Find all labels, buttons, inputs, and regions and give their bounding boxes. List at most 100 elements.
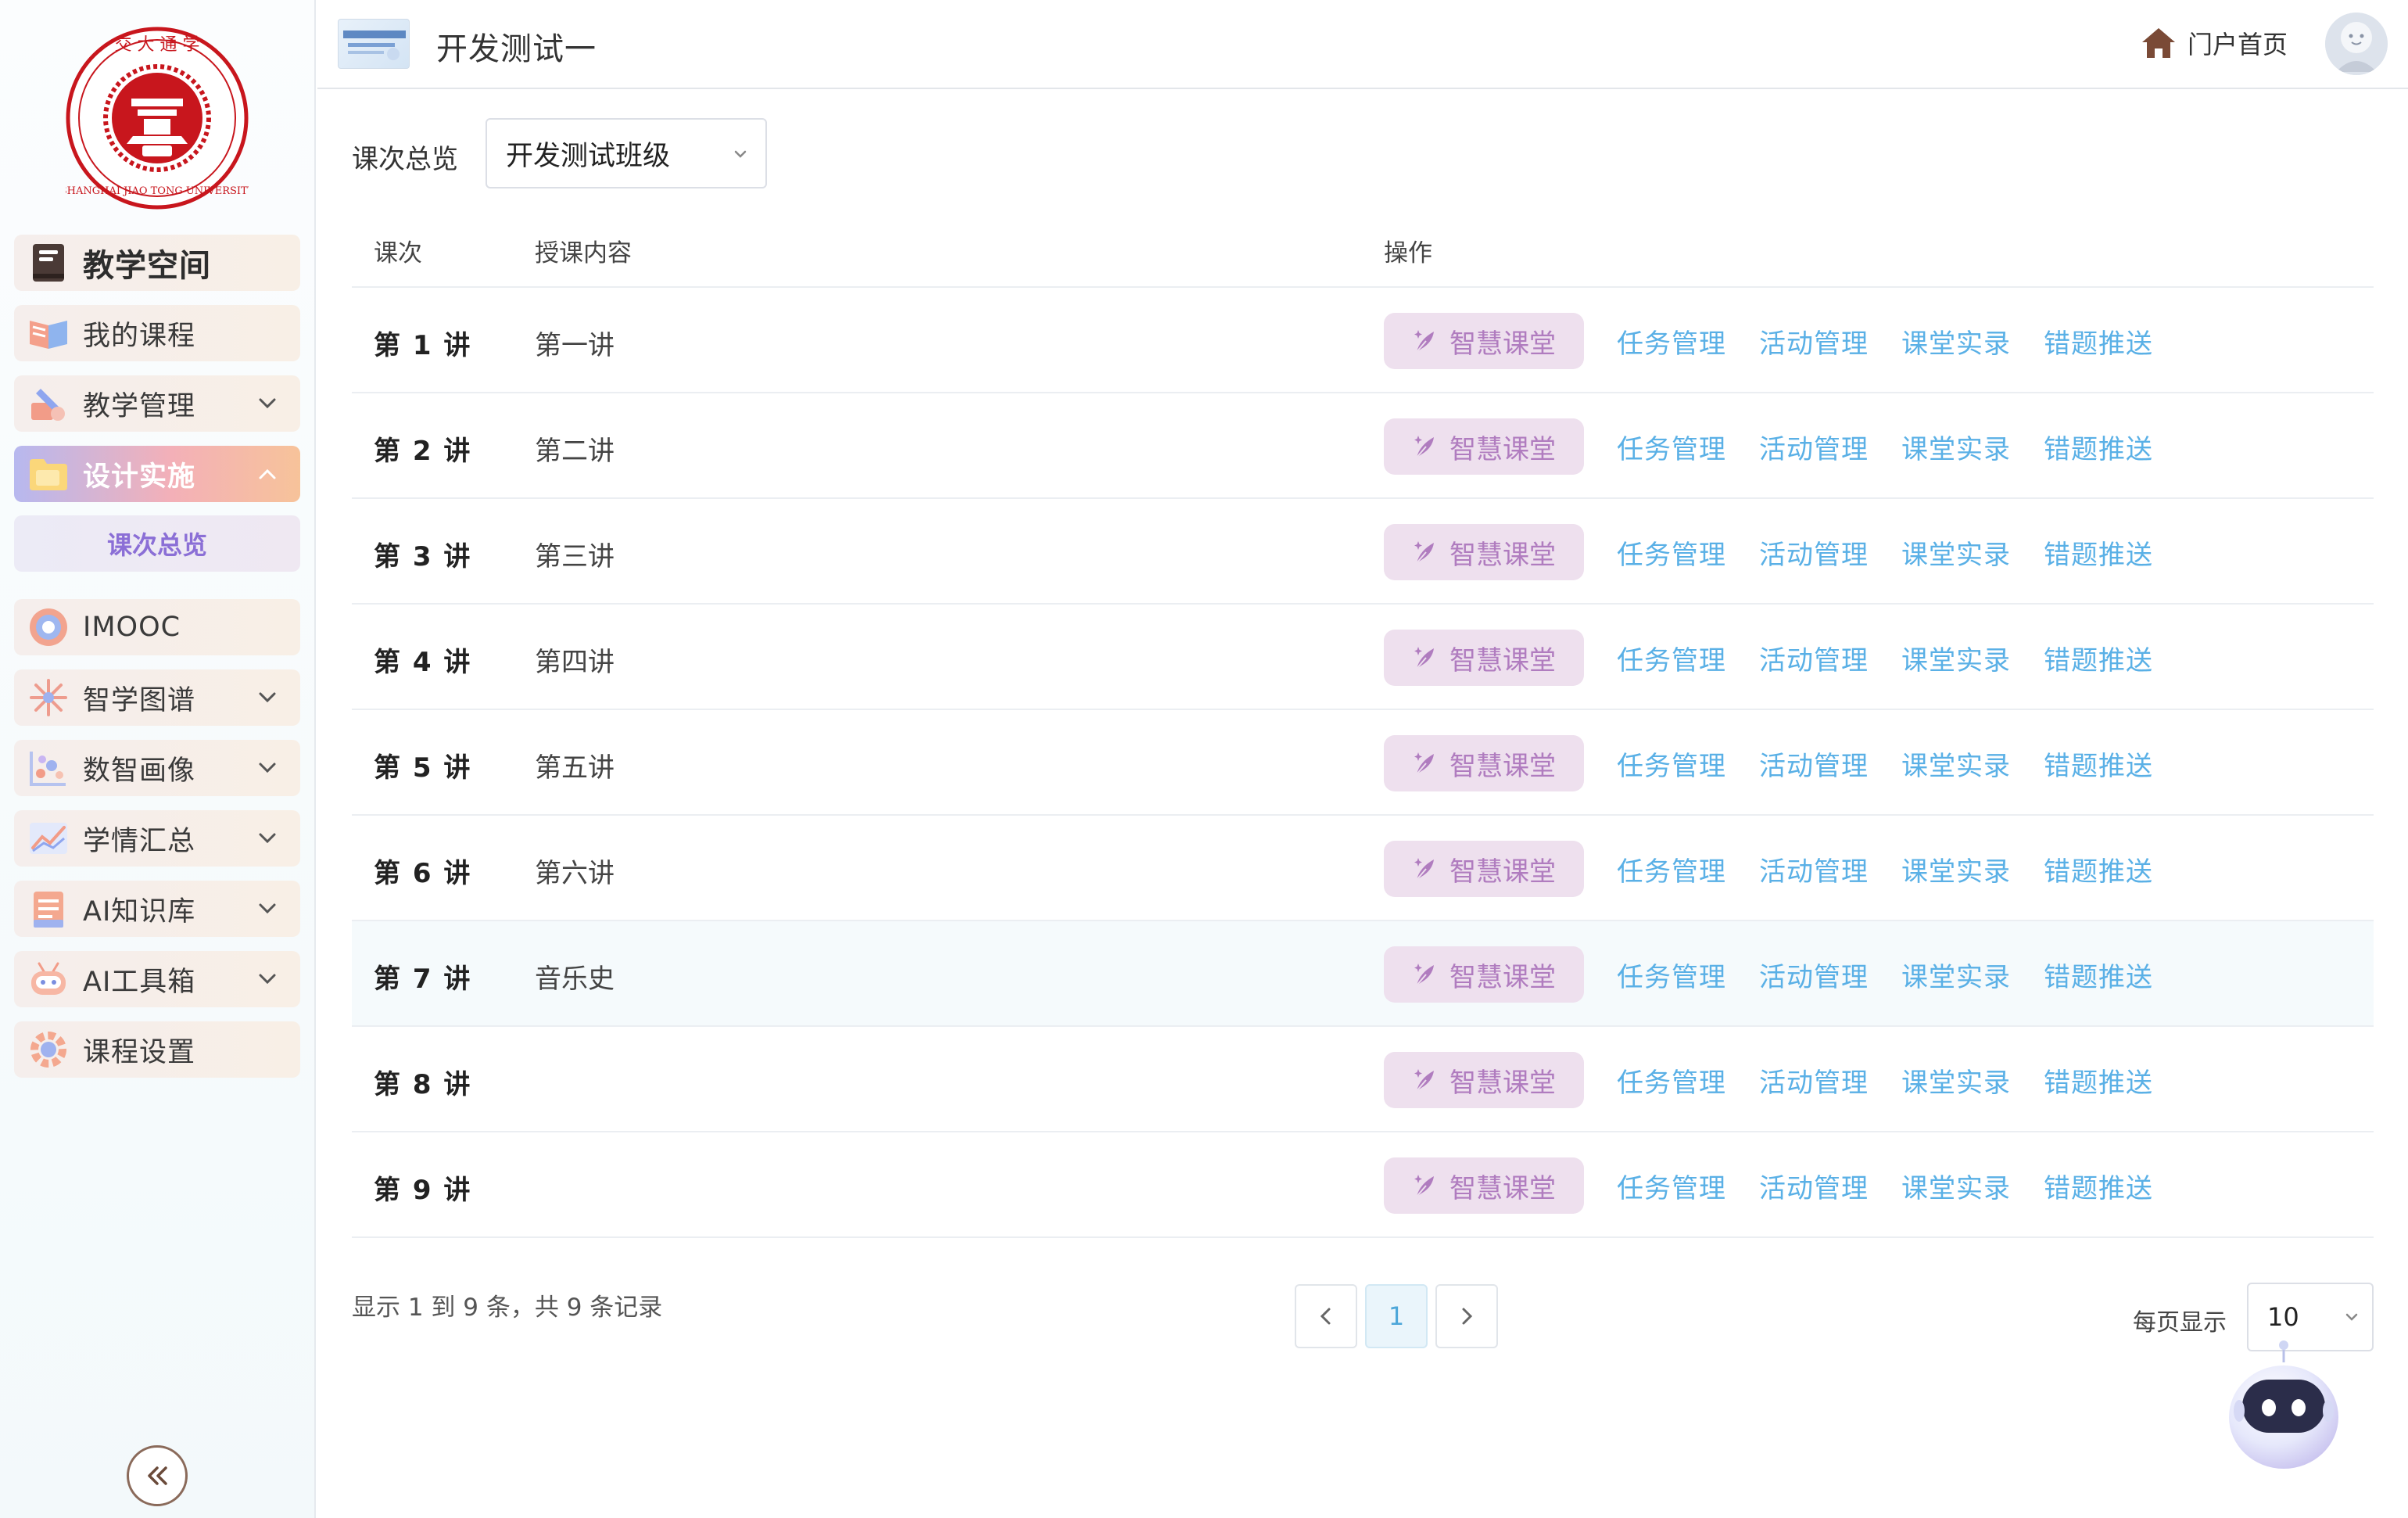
smart-classroom-label: 智慧课堂 (1449, 856, 1556, 888)
table-row: 第 9 讲 智慧课堂 任务管理 活动管理 课堂实录 错题推送 (352, 1132, 2374, 1238)
portal-home-label: 门户首页 (2188, 30, 2288, 59)
smart-classroom-button[interactable]: 智慧课堂 (1384, 1052, 1584, 1108)
sparkle-quill-icon (1414, 330, 1434, 353)
sidebar-subitem-lesson-overview[interactable]: 课次总览 (14, 515, 300, 572)
per-page-label: 每页显示 (2133, 1309, 2227, 1337)
task-management-link[interactable]: 任务管理 (1617, 428, 1726, 466)
prev-page-button[interactable] (1295, 1284, 1357, 1348)
wrong-question-push-link[interactable]: 错题推送 (2044, 1167, 2153, 1205)
row-actions: 智慧课堂 任务管理 活动管理 课堂实录 错题推送 (1384, 946, 2153, 1003)
class-recording-link[interactable]: 课堂实录 (1901, 322, 2011, 361)
activity-management-link[interactable]: 活动管理 (1759, 428, 1869, 466)
chevron-left-icon (1320, 1308, 1331, 1325)
sidebar-item-course-settings[interactable]: 课程设置 (14, 1021, 300, 1078)
lesson-table: 课次 授课内容 操作 第 1 讲 第一讲 智慧课堂 任务管理 活动管理 课堂实录… (352, 211, 2374, 1238)
smart-classroom-button[interactable]: 智慧课堂 (1384, 841, 1584, 897)
sidebar-item-label: 数智画像 (83, 755, 196, 787)
chevron-up-icon (259, 468, 276, 479)
activity-management-link[interactable]: 活动管理 (1759, 322, 1869, 361)
wrong-question-push-link[interactable]: 错题推送 (2044, 1061, 2153, 1100)
user-avatar[interactable] (2325, 13, 2388, 75)
class-recording-link[interactable]: 课堂实录 (1901, 1061, 2011, 1100)
task-management-link[interactable]: 任务管理 (1617, 1167, 1726, 1205)
activity-management-link[interactable]: 活动管理 (1759, 745, 1869, 783)
sparkle-quill-icon (1414, 964, 1434, 986)
smart-classroom-label: 智慧课堂 (1449, 961, 1556, 993)
wrong-question-push-link[interactable]: 错题推送 (2044, 956, 2153, 994)
content-cell: 第五讲 (535, 752, 615, 784)
chevron-down-icon (259, 833, 276, 844)
class-recording-link[interactable]: 课堂实录 (1901, 956, 2011, 994)
sidebar-item-ai-knowledge-base[interactable]: AI知识库 (14, 881, 300, 937)
collapse-sidebar-button[interactable] (127, 1445, 188, 1506)
next-page-button[interactable] (1435, 1284, 1498, 1348)
activity-management-link[interactable]: 活动管理 (1759, 850, 1869, 888)
sparkle-quill-icon (1414, 436, 1434, 458)
column-header-content: 授课内容 (535, 239, 632, 267)
class-recording-link[interactable]: 课堂实录 (1901, 428, 2011, 466)
sidebar-item-imooc[interactable]: IMOOC (14, 599, 300, 655)
smart-classroom-button[interactable]: 智慧课堂 (1384, 313, 1584, 369)
activity-management-link[interactable]: 活动管理 (1759, 1167, 1869, 1205)
chevron-down-icon (259, 692, 276, 703)
sidebar-item-knowledge-graph[interactable]: 智学图谱 (14, 669, 300, 726)
task-management-link[interactable]: 任务管理 (1617, 322, 1726, 361)
sidebar-item-teaching-space[interactable]: 教学空间 (14, 235, 300, 291)
scatter-chart-icon (27, 746, 70, 790)
lesson-cell: 第 3 讲 (374, 541, 472, 572)
task-management-link[interactable]: 任务管理 (1617, 956, 1726, 994)
sidebar: 交 大 通 学 SHANGHAI JIAO TONG UNIVERSITY 教学… (0, 0, 316, 1518)
activity-management-link[interactable]: 活动管理 (1759, 1061, 1869, 1100)
sidebar-item-ai-toolbox[interactable]: AI工具箱 (14, 951, 300, 1007)
activity-management-link[interactable]: 活动管理 (1759, 639, 1869, 677)
smart-classroom-button[interactable]: 智慧课堂 (1384, 418, 1584, 475)
class-recording-link[interactable]: 课堂实录 (1901, 1167, 2011, 1205)
activity-management-link[interactable]: 活动管理 (1759, 956, 1869, 994)
smart-classroom-button[interactable]: 智慧课堂 (1384, 735, 1584, 791)
sparkle-quill-icon (1414, 541, 1434, 564)
class-recording-link[interactable]: 课堂实录 (1901, 639, 2011, 677)
wrong-question-push-link[interactable]: 错题推送 (2044, 745, 2153, 783)
pencil-ruler-icon (27, 382, 70, 425)
class-recording-link[interactable]: 课堂实录 (1901, 745, 2011, 783)
course-title: 开发测试一 (436, 31, 597, 67)
smart-classroom-button[interactable]: 智慧课堂 (1384, 524, 1584, 580)
task-management-link[interactable]: 任务管理 (1617, 639, 1726, 677)
sidebar-item-teaching-management[interactable]: 教学管理 (14, 375, 300, 432)
class-select[interactable]: 开发测试班级 (486, 118, 767, 188)
sidebar-item-design-implementation[interactable]: 设计实施 (14, 446, 300, 502)
smart-classroom-button[interactable]: 智慧课堂 (1384, 1157, 1584, 1214)
sidebar-item-learning-summary[interactable]: 学情汇总 (14, 810, 300, 867)
sidebar-item-my-courses[interactable]: 我的课程 (14, 305, 300, 361)
task-management-link[interactable]: 任务管理 (1617, 1061, 1726, 1100)
table-row: 第 8 讲 智慧课堂 任务管理 活动管理 课堂实录 错题推送 (352, 1027, 2374, 1132)
gear-icon (27, 1028, 70, 1071)
smart-classroom-button[interactable]: 智慧课堂 (1384, 946, 1584, 1003)
wrong-question-push-link[interactable]: 错题推送 (2044, 533, 2153, 572)
wrong-question-push-link[interactable]: 错题推送 (2044, 322, 2153, 361)
table-row: 第 6 讲 第六讲 智慧课堂 任务管理 活动管理 课堂实录 错题推送 (352, 816, 2374, 921)
row-actions: 智慧课堂 任务管理 活动管理 课堂实录 错题推送 (1384, 630, 2153, 686)
content-cell: 音乐史 (535, 964, 615, 995)
lesson-cell: 第 1 讲 (374, 330, 472, 361)
wrong-question-push-link[interactable]: 错题推送 (2044, 850, 2153, 888)
activity-management-link[interactable]: 活动管理 (1759, 533, 1869, 572)
table-row: 第 2 讲 第二讲 智慧课堂 任务管理 活动管理 课堂实录 错题推送 (352, 393, 2374, 499)
class-recording-link[interactable]: 课堂实录 (1901, 850, 2011, 888)
page-button-current[interactable]: 1 (1365, 1284, 1428, 1348)
sidebar-item-label: 学情汇总 (83, 825, 196, 857)
task-management-link[interactable]: 任务管理 (1617, 533, 1726, 572)
smart-classroom-label: 智慧课堂 (1449, 750, 1556, 782)
smart-classroom-button[interactable]: 智慧课堂 (1384, 630, 1584, 686)
wrong-question-push-link[interactable]: 错题推送 (2044, 639, 2153, 677)
wrong-question-push-link[interactable]: 错题推送 (2044, 428, 2153, 466)
ai-assistant-robot-button[interactable] (2225, 1339, 2342, 1470)
sidebar-item-digital-portrait[interactable]: 数智画像 (14, 740, 300, 796)
double-chevron-left-icon (148, 1466, 167, 1485)
task-management-link[interactable]: 任务管理 (1617, 850, 1726, 888)
class-recording-link[interactable]: 课堂实录 (1901, 533, 2011, 572)
task-management-link[interactable]: 任务管理 (1617, 745, 1726, 783)
portal-home-link[interactable]: 门户首页 (2141, 25, 2288, 61)
sparkle-quill-icon (1414, 752, 1434, 775)
table-row: 第 1 讲 第一讲 智慧课堂 任务管理 活动管理 课堂实录 错题推送 (352, 288, 2374, 393)
